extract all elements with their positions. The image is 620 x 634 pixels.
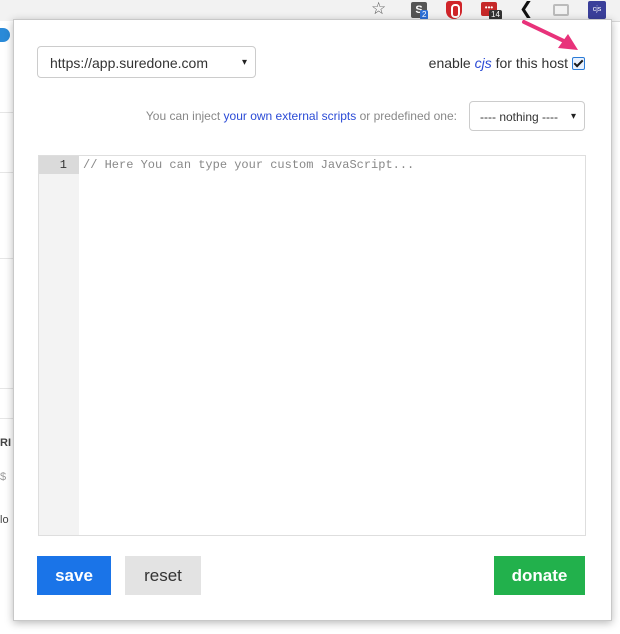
donate-button[interactable]: donate	[494, 556, 585, 595]
cjs-popup: https://app.suredone.com ▾ enable cjs fo…	[13, 19, 612, 621]
save-button[interactable]: save	[37, 556, 111, 595]
inject-label: You can inject your own external scripts…	[146, 109, 457, 123]
page-text-fragment: lo	[0, 514, 9, 526]
chevron-left-extension-icon[interactable]: ❮	[519, 0, 537, 19]
enable-label-cjs: cjs	[474, 55, 492, 71]
editor-placeholder: // Here You can type your custom JavaScr…	[83, 158, 415, 172]
predefined-script-value: ---- nothing ----	[480, 110, 559, 124]
chevron-down-icon: ▾	[241, 57, 247, 68]
page-text-fragment: RI	[0, 437, 11, 449]
line-number: 1	[59, 158, 67, 172]
cjs-extension-icon[interactable]: cjs	[588, 1, 606, 19]
inject-row: You can inject your own external scripts…	[114, 101, 585, 131]
bookmark-star-icon[interactable]: ☆	[371, 0, 389, 19]
enable-label-prefix: enable	[428, 55, 475, 71]
editor-gutter: 1	[39, 156, 79, 535]
inject-prefix: You can inject	[145, 109, 224, 123]
inject-suffix: or predefined one:	[356, 109, 457, 123]
shield-extension-icon[interactable]	[446, 1, 462, 19]
external-scripts-link[interactable]: your own external scripts	[224, 109, 357, 123]
annotation-arrow-icon	[522, 20, 578, 50]
enable-checkbox[interactable]	[572, 57, 585, 70]
host-select[interactable]: https://app.suredone.com ▾	[37, 46, 256, 78]
host-select-value: https://app.suredone.com	[50, 55, 208, 71]
chevron-down-icon: ▾	[570, 111, 576, 122]
reset-button[interactable]: reset	[125, 556, 201, 595]
cast-extension-icon[interactable]	[553, 4, 569, 16]
predefined-script-select[interactable]: ---- nothing ---- ▾	[469, 101, 585, 131]
page-text-fragment: $	[0, 471, 7, 483]
code-editor[interactable]: 1 // Here You can type your custom JavaS…	[38, 155, 586, 536]
